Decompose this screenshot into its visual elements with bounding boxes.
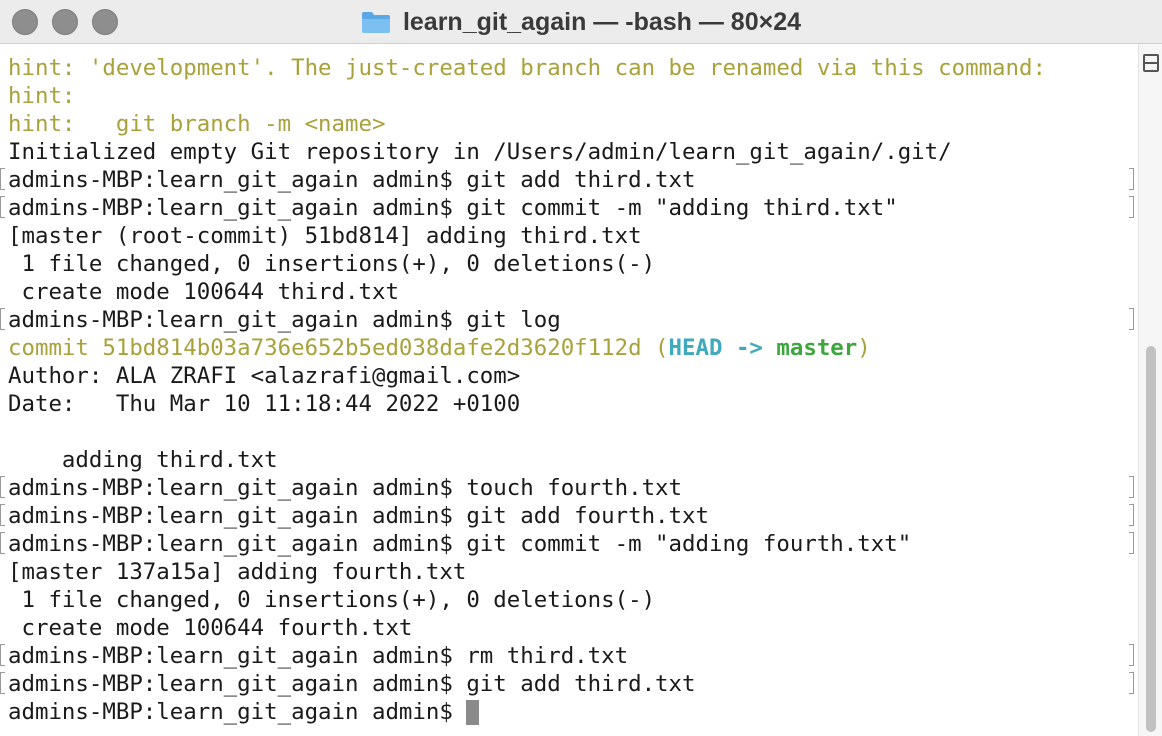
line-text: hint: (8, 83, 76, 109)
command-mark-right (1129, 644, 1134, 666)
command-mark-left (0, 532, 5, 554)
command-mark-right (1129, 672, 1134, 694)
command-mark-right (1129, 308, 1134, 330)
output-line: adding third.txt (0, 446, 1138, 474)
prompt-line: admins-MBP:learn_git_again admin$ git co… (0, 530, 1138, 558)
branch-ref-text: master (776, 335, 858, 361)
command-mark-left (0, 644, 5, 666)
output-line: hint: (0, 82, 1138, 110)
prompt-line: admins-MBP:learn_git_again admin$ rm thi… (0, 642, 1138, 670)
command-mark-right (1129, 196, 1134, 218)
terminal-window: learn_git_again — -bash — 80×24 hint: 'd… (0, 0, 1162, 736)
output-line: Date: Thu Mar 10 11:18:44 2022 +0100 (0, 390, 1138, 418)
title-bar[interactable]: learn_git_again — -bash — 80×24 (0, 0, 1162, 44)
prompt-line: admins-MBP:learn_git_again admin$ git ad… (0, 502, 1138, 530)
line-text: create mode 100644 fourth.txt (8, 615, 413, 641)
output-line: Author: ALA ZRAFI <alazrafi@gmail.com> (0, 362, 1138, 390)
line-text: 1 file changed, 0 insertions(+), 0 delet… (8, 251, 656, 277)
prompt-text: admins-MBP:learn_git_again admin$ (8, 699, 467, 725)
command-mark-right (1129, 476, 1134, 498)
output-line: [master 137a15a] adding fourth.txt (0, 558, 1138, 586)
line-text: admins-MBP:learn_git_again admin$ git ad… (8, 503, 709, 529)
command-mark-right (1129, 532, 1134, 554)
line-text: admins-MBP:learn_git_again admin$ git ad… (8, 167, 696, 193)
output-line: 1 file changed, 0 insertions(+), 0 delet… (0, 250, 1138, 278)
line-text: hint: 'development'. The just-created br… (8, 55, 1046, 81)
output-line: 1 file changed, 0 insertions(+), 0 delet… (0, 586, 1138, 614)
line-text: 1 file changed, 0 insertions(+), 0 delet… (8, 587, 656, 613)
prompt-line: admins-MBP:learn_git_again admin$ git ad… (0, 670, 1138, 698)
line-text: admins-MBP:learn_git_again admin$ git co… (8, 531, 912, 557)
ref-close-text: ) (857, 335, 871, 361)
vertical-scrollbar[interactable] (1138, 44, 1162, 736)
line-text: Date: Thu Mar 10 11:18:44 2022 +0100 (8, 391, 521, 417)
output-line: Initialized empty Git repository in /Use… (0, 138, 1138, 166)
command-mark-right (1129, 168, 1134, 190)
command-mark-right (1129, 504, 1134, 526)
line-text: hint: git branch -m <name> (8, 111, 386, 137)
line-text: admins-MBP:learn_git_again admin$ touch … (8, 475, 683, 501)
active-prompt-line[interactable]: admins-MBP:learn_git_again admin$ (0, 698, 1138, 726)
scrollbar-thumb[interactable] (1146, 346, 1156, 732)
prompt-line: admins-MBP:learn_git_again admin$ touch … (0, 474, 1138, 502)
output-line: create mode 100644 third.txt (0, 278, 1138, 306)
prompt-line: admins-MBP:learn_git_again admin$ git co… (0, 194, 1138, 222)
window-title-group: learn_git_again — -bash — 80×24 (0, 0, 1162, 44)
command-mark-left (0, 196, 5, 218)
command-mark-left (0, 672, 5, 694)
commit-line: commit 51bd814b03a736e652b5ed038dafe2d36… (0, 334, 1138, 362)
line-text: admins-MBP:learn_git_again admin$ git co… (8, 195, 898, 221)
commit-hash-text: commit 51bd814b03a736e652b5ed038dafe2d36… (8, 335, 669, 361)
line-text: admins-MBP:learn_git_again admin$ git lo… (8, 307, 561, 333)
command-mark-left (0, 504, 5, 526)
command-mark-left (0, 308, 5, 330)
line-text: admins-MBP:learn_git_again admin$ rm thi… (8, 643, 629, 669)
output-line: hint: git branch -m <name> (0, 110, 1138, 138)
command-mark-left (0, 168, 5, 190)
window-title: learn_git_again — -bash — 80×24 (402, 7, 802, 36)
prompt-line: admins-MBP:learn_git_again admin$ git lo… (0, 306, 1138, 334)
line-text: create mode 100644 third.txt (8, 279, 399, 305)
head-ref-text: HEAD -> (668, 335, 777, 361)
folder-icon (361, 10, 391, 34)
split-pane-icon[interactable] (1143, 54, 1159, 72)
terminal-output[interactable]: hint: 'development'. The just-created br… (0, 54, 1138, 736)
line-text: Initialized empty Git repository in /Use… (8, 139, 952, 165)
line-text: [master 137a15a] adding fourth.txt (8, 559, 467, 585)
line-text: Author: ALA ZRAFI <alazrafi@gmail.com> (8, 363, 521, 389)
line-text: admins-MBP:learn_git_again admin$ git ad… (8, 671, 696, 697)
prompt-line: admins-MBP:learn_git_again admin$ git ad… (0, 166, 1138, 194)
command-mark-left (0, 476, 5, 498)
line-text: adding third.txt (8, 447, 278, 473)
output-line: [master (root-commit) 51bd814] adding th… (0, 222, 1138, 250)
output-line: create mode 100644 fourth.txt (0, 614, 1138, 642)
output-line: hint: 'development'. The just-created br… (0, 54, 1138, 82)
line-text: [master (root-commit) 51bd814] adding th… (8, 223, 642, 249)
text-cursor[interactable] (466, 700, 480, 725)
